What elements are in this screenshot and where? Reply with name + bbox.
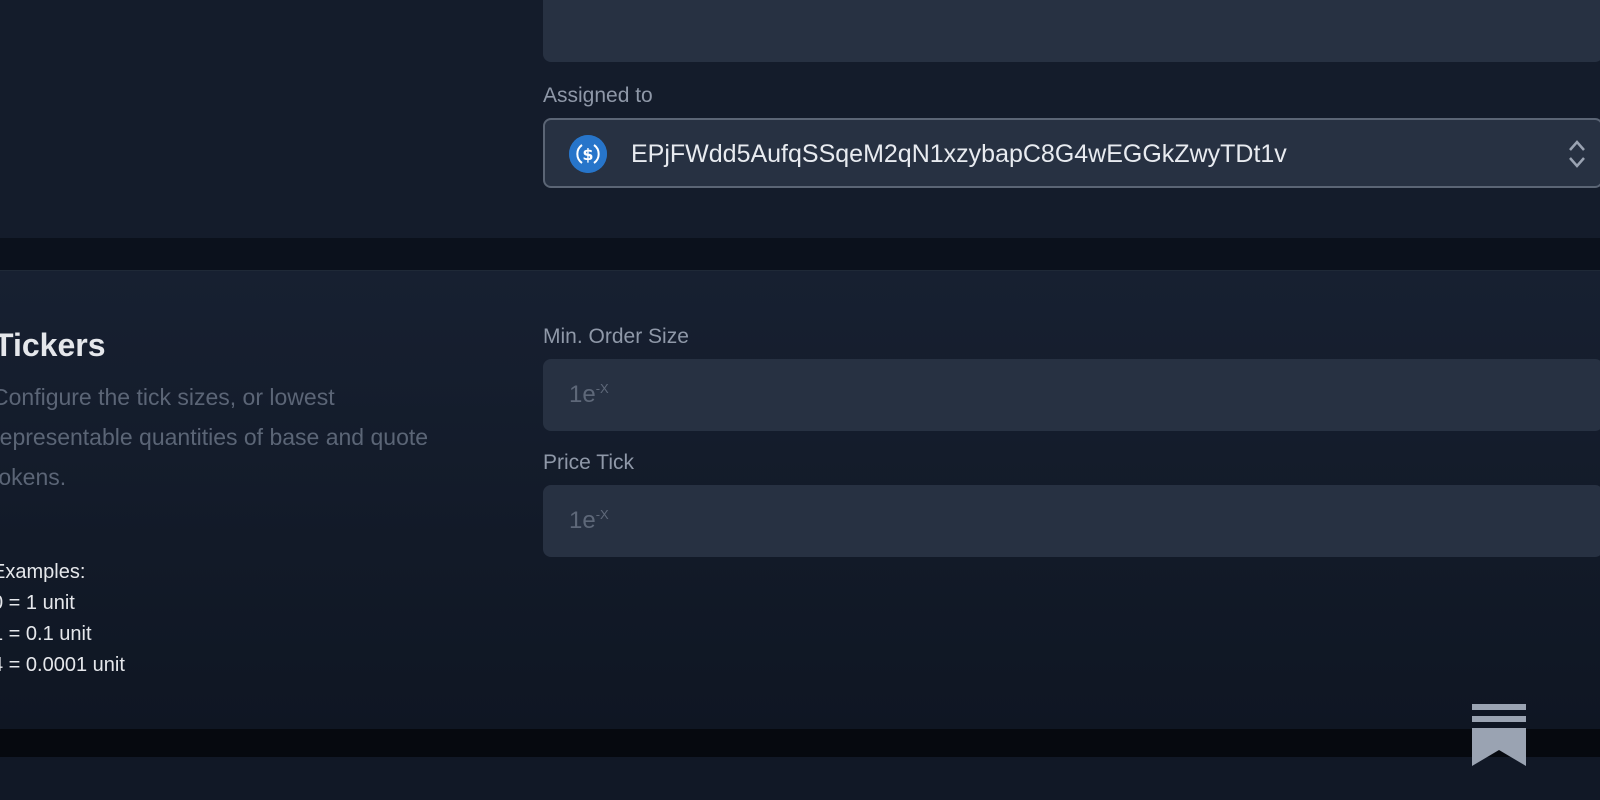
price-tick-input[interactable]: 1e-X: [543, 485, 1600, 557]
price-tick-placeholder: 1e-X: [569, 507, 609, 534]
min-order-size-input[interactable]: 1e-X: [543, 359, 1600, 431]
example-item: 0 = 1 unit: [0, 592, 75, 614]
tickers-description: Configure the tick sizes, or lowest repr…: [0, 384, 429, 490]
page: Assigned to $ EPjFWdd5AufqSSqeM2qN1xzyba…: [0, 0, 1600, 800]
examples-heading: Examples:: [0, 561, 86, 583]
tickers-title: Tickers: [0, 327, 106, 363]
chevron-updown-icon: [1565, 134, 1589, 174]
tickers-section: Tickers Configure the tick sizes, or low…: [0, 271, 1600, 729]
bookmark-icon[interactable]: [1470, 702, 1528, 768]
previous-input-field[interactable]: [543, 0, 1600, 62]
min-order-size-placeholder: 1e-X: [569, 381, 609, 408]
assigned-to-value: EPjFWdd5AufqSSqeM2qN1xzybapC8G4wEGGkZwyT…: [631, 140, 1287, 168]
example-item: 1 = 0.1 unit: [0, 623, 92, 645]
assigned-to-select[interactable]: $ EPjFWdd5AufqSSqeM2qN1xzybapC8G4wEGGkZw…: [543, 118, 1600, 188]
price-tick-label: Price Tick: [543, 451, 635, 474]
assigned-to-label: Assigned to: [543, 84, 653, 107]
min-order-size-label: Min. Order Size: [543, 325, 689, 348]
usdc-token-icon: $: [569, 135, 607, 173]
svg-text:$: $: [582, 145, 593, 164]
example-item: 4 = 0.0001 unit: [0, 654, 125, 676]
tickers-examples: Examples: 0 = 1 unit 1 = 0.1 unit 4 = 0.…: [0, 557, 125, 681]
assignment-section: Assigned to $ EPjFWdd5AufqSSqeM2qN1xzyba…: [0, 0, 1600, 239]
footer-divider: [0, 729, 1600, 757]
section-divider: [0, 238, 1600, 271]
footer-bar: [0, 757, 1600, 800]
